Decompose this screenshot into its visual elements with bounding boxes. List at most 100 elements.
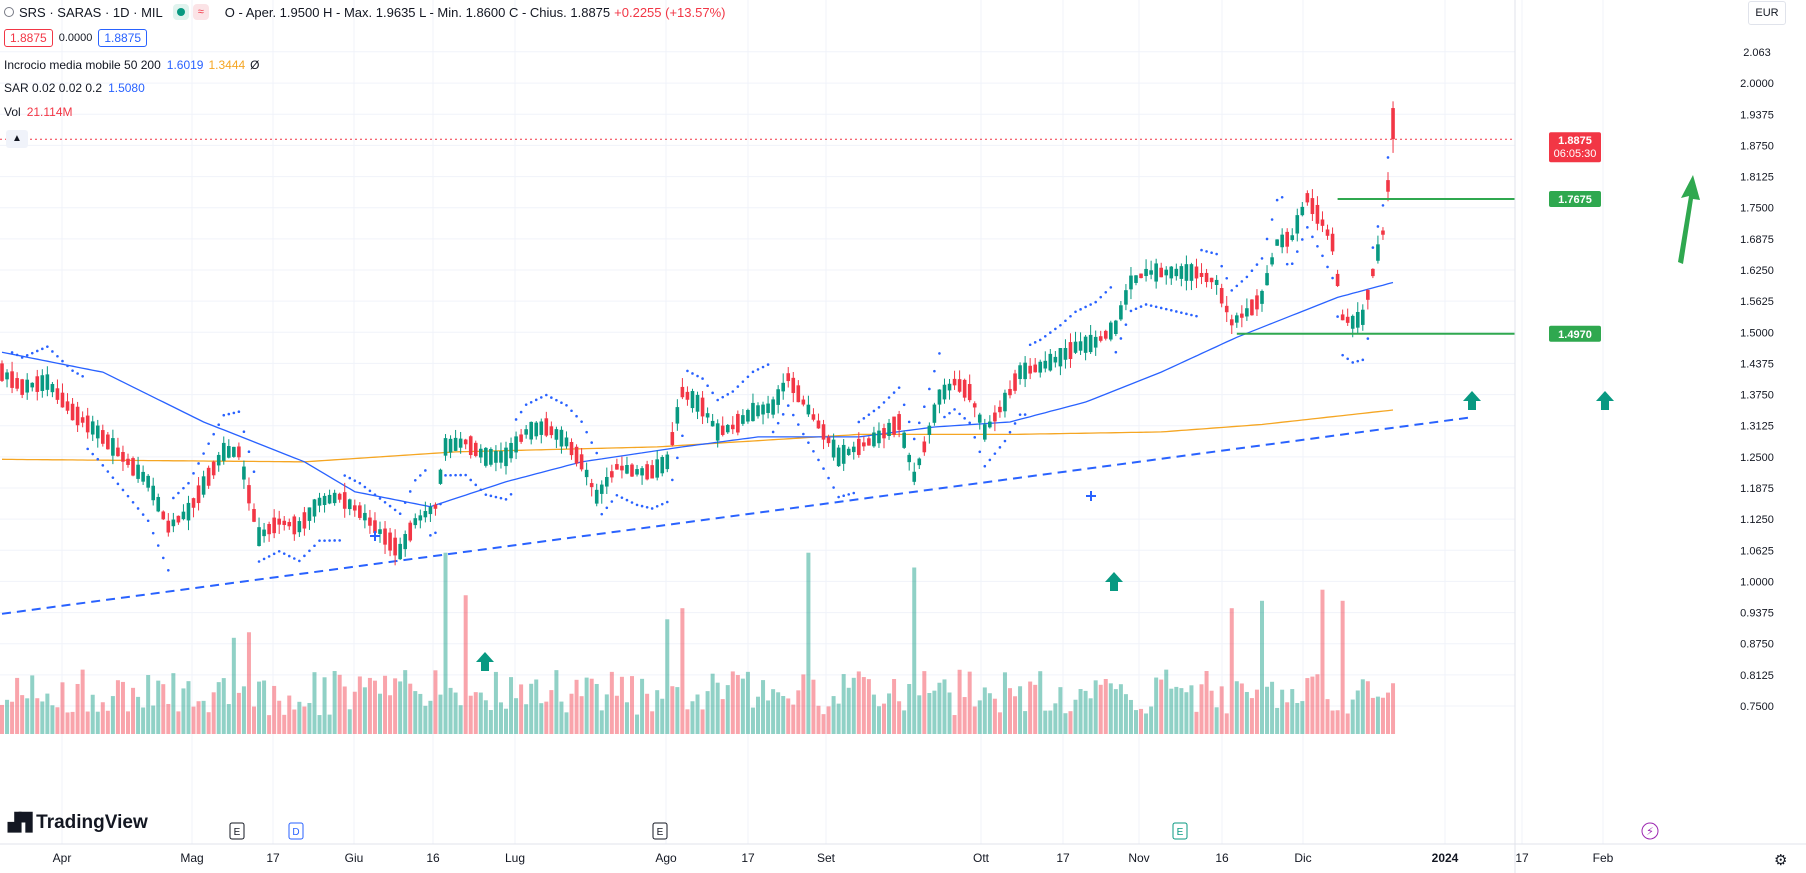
badge-letter: E: [234, 827, 241, 838]
sar-dot: [822, 467, 825, 470]
sell-button[interactable]: 1.8875: [4, 29, 53, 47]
sar-row[interactable]: SAR 0.02 0.02 0.2 1.5080: [4, 81, 145, 95]
candle-body: [1093, 336, 1098, 348]
volume-bar: [836, 703, 841, 734]
sar-dot: [343, 474, 347, 477]
volume-bar: [347, 709, 352, 734]
volume-bar: [151, 705, 156, 734]
scale-label-text: 1.8875: [1558, 135, 1592, 147]
volume-bar: [1038, 671, 1043, 734]
vol-row[interactable]: Vol 21.114M: [4, 105, 73, 119]
sar-dot: [378, 497, 382, 500]
market-status-icon[interactable]: [172, 4, 189, 20]
volume-bar: [1063, 713, 1068, 734]
chevron-up-icon[interactable]: ▲: [6, 130, 28, 148]
candle: [786, 367, 791, 388]
candle-body: [882, 428, 886, 439]
candle: [736, 410, 740, 436]
candle: [983, 418, 987, 442]
lightning-icon: ⚡: [1646, 825, 1654, 838]
tradingview-logo[interactable]: ▟▜ TradingView: [8, 812, 148, 834]
volume-bar: [700, 709, 705, 734]
candle: [897, 410, 901, 438]
volume-bar: [1013, 696, 1018, 734]
candle-body: [1315, 204, 1320, 224]
candle: [645, 460, 649, 481]
candle-body: [1330, 233, 1335, 252]
candle-body: [337, 493, 342, 500]
volume-bar: [1219, 686, 1224, 734]
candle: [1119, 301, 1123, 322]
candle-body: [872, 432, 876, 447]
sar-dot: [328, 539, 331, 542]
brand-name: TradingView: [36, 812, 148, 833]
candle: [867, 436, 871, 446]
candle-body: [1018, 365, 1022, 380]
candle: [831, 433, 836, 461]
candle-body: [171, 519, 176, 527]
candle-body: [867, 438, 871, 446]
volume-bar: [1365, 681, 1370, 734]
sar-dot: [1089, 303, 1092, 306]
sar-dot: [1215, 252, 1218, 256]
candle-body: [1088, 334, 1093, 353]
volume-bar: [685, 709, 690, 734]
volume-bar: [100, 702, 105, 734]
candle-body: [489, 448, 493, 465]
volume-bar: [1174, 686, 1179, 734]
sar-dot: [761, 365, 765, 369]
volume-bar: [524, 704, 529, 734]
ma200-value: 1.3444: [208, 58, 246, 72]
volume-bar: [1093, 680, 1098, 734]
candle-body: [35, 376, 40, 392]
symbol-title[interactable]: SRS · SARAS · 1D · MIL: [19, 5, 163, 20]
sar-dot: [146, 519, 150, 523]
volume-bar: [1260, 600, 1264, 734]
volume-bar: [297, 701, 302, 734]
candle-body: [539, 421, 544, 435]
candle-body: [650, 465, 654, 479]
y-tick-label: 1.8750: [1740, 140, 1774, 152]
sar-dot: [51, 350, 54, 353]
currency-selector[interactable]: EUR: [1748, 1, 1786, 25]
candle: [1174, 263, 1179, 281]
candle-body: [1361, 309, 1365, 325]
buy-button[interactable]: 1.8875: [98, 29, 148, 47]
sar-dot: [897, 386, 901, 389]
candle-body: [484, 447, 488, 466]
wave-icon[interactable]: ≈: [192, 4, 209, 20]
sar-dot: [993, 452, 997, 455]
sar-dot: [1265, 237, 1269, 241]
price-chart[interactable]: E D E E ⚡ 2.063 2.0000 1.9375 1.8750 1.8125 1.750…: [0, 0, 1806, 873]
candle-body: [297, 521, 302, 533]
candle-body: [1149, 270, 1153, 275]
volume-bar: [1345, 713, 1350, 734]
sar-dot: [172, 496, 175, 500]
volume-bar: [967, 671, 972, 734]
candle-body: [1063, 347, 1068, 360]
candle: [484, 447, 488, 468]
x-tick-label: 17: [1515, 851, 1529, 865]
sar-dot: [509, 493, 513, 496]
sar-dot: [1285, 262, 1289, 266]
volume-bar: [1214, 707, 1219, 734]
candle-body: [892, 416, 896, 435]
candle: [1209, 277, 1214, 289]
volume-bar: [1028, 681, 1033, 734]
candle-body: [252, 508, 256, 522]
candle: [554, 426, 559, 449]
candle-body: [836, 447, 841, 467]
ma-cross-row[interactable]: Incrocio media mobile 50 200 1.6019 1.34…: [4, 58, 260, 72]
candle-body: [912, 471, 917, 482]
sar-dot: [555, 398, 558, 402]
volume-bar: [443, 552, 448, 734]
volume-bar: [458, 705, 463, 734]
sar-dot: [227, 412, 231, 416]
sar-dot: [721, 395, 725, 399]
candle-body: [1295, 215, 1300, 234]
candle-body: [1003, 392, 1007, 412]
candle: [988, 415, 992, 429]
gear-icon[interactable]: ⚙: [1774, 851, 1787, 869]
candle-body: [1366, 290, 1370, 300]
candle-body: [776, 389, 780, 405]
